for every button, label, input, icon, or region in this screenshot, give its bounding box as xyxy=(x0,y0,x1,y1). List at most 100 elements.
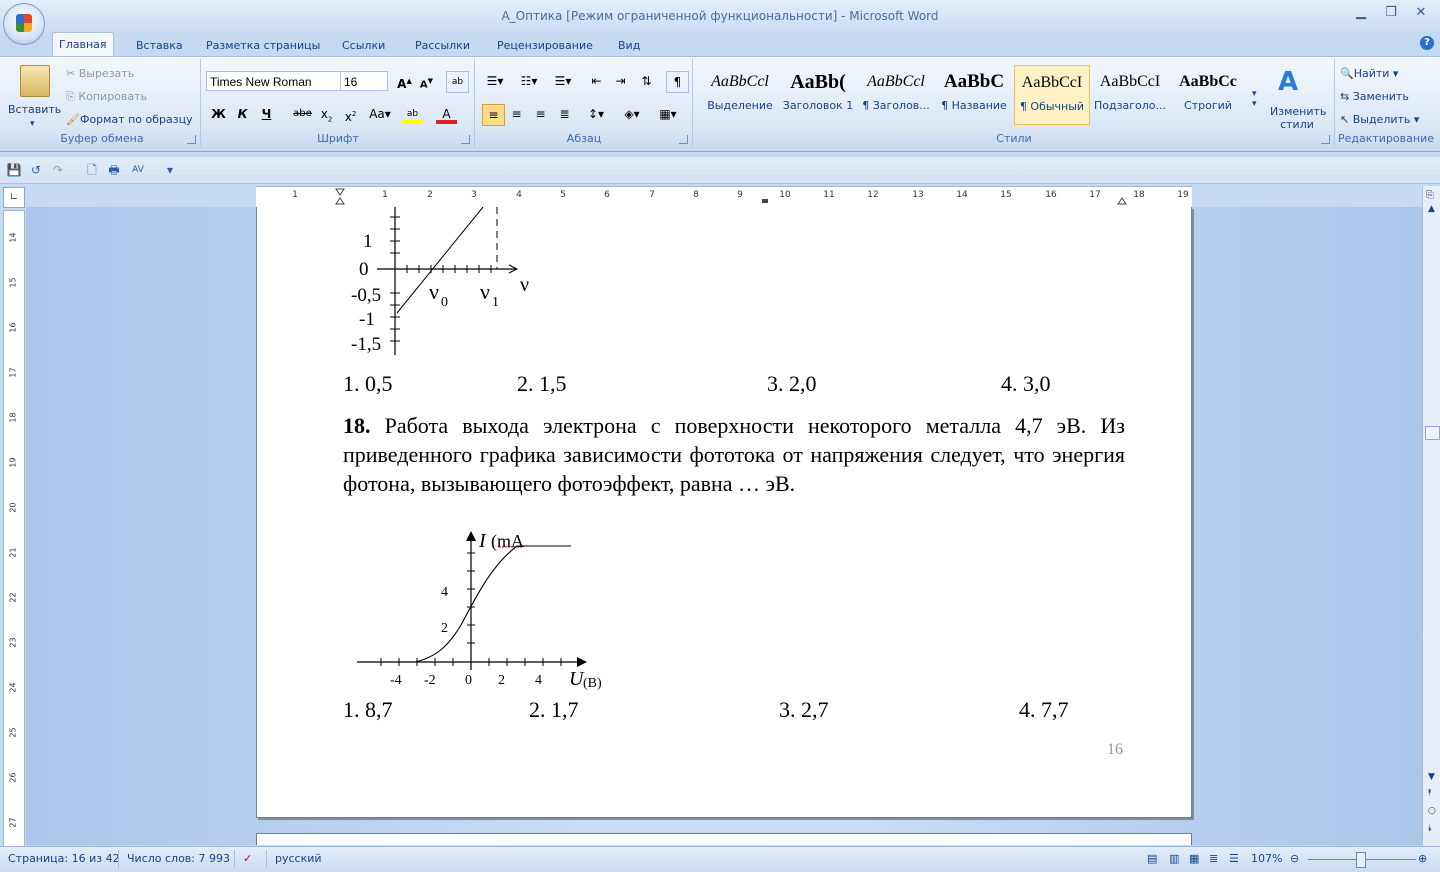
close-icon[interactable]: ✕ xyxy=(1406,2,1436,24)
subscript-icon[interactable]: x2 xyxy=(316,104,337,124)
view-outline-icon[interactable]: ≣ xyxy=(1209,852,1218,865)
prev-page-icon[interactable]: ⯭ xyxy=(1427,788,1432,798)
copy-button[interactable]: ⎘ Копировать xyxy=(66,90,147,104)
align-center-icon[interactable]: ≡ xyxy=(506,104,527,124)
document-page[interactable]: 1 0 -0,5 -1 -1,5 ν 0 ν 1 ν 1. 0,5 2. 1,5… xyxy=(256,207,1192,818)
scroll-thumb[interactable] xyxy=(1425,426,1440,440)
zoom-slider-thumb[interactable] xyxy=(1356,852,1366,868)
align-left-icon[interactable]: ≡ xyxy=(482,104,505,126)
view-print-layout-icon[interactable]: ▤ xyxy=(1147,852,1157,865)
style-emphasis[interactable]: AaBbCcl Выделение xyxy=(702,65,778,125)
style-sample: AaBb( xyxy=(790,71,846,93)
paste-button[interactable]: Вставить xyxy=(8,103,61,116)
numbering-icon[interactable]: ☷▾ xyxy=(516,71,542,91)
tab-mailings[interactable]: Рассылки xyxy=(409,36,476,56)
vertical-scrollbar[interactable]: ⎘ ▲ ▼ ⯭ ○ ⯯ xyxy=(1422,186,1440,846)
sort-icon[interactable]: ⇅ xyxy=(636,71,657,91)
clear-format-icon[interactable]: ab xyxy=(446,71,469,93)
font-name-select[interactable]: Times New Roman xyxy=(206,71,342,91)
style-strong[interactable]: AaBbCc Строгий xyxy=(1170,65,1246,125)
view-draft-icon[interactable]: ☰ xyxy=(1229,852,1239,865)
strikethrough-icon[interactable]: abe xyxy=(292,104,313,124)
borders-icon[interactable]: ▦▾ xyxy=(654,104,682,124)
font-color-icon[interactable]: A xyxy=(436,104,457,124)
style-heading[interactable]: AaBbCcl ¶ Заголов... xyxy=(858,65,934,125)
spelling-icon[interactable]: AV xyxy=(130,162,146,178)
format-painter-button[interactable]: 🖌Формат по образцу xyxy=(66,113,193,126)
style-subtitle[interactable]: AaBbCcI Подзаголо... xyxy=(1092,65,1168,125)
ruler-h-number: 16 xyxy=(1045,190,1057,200)
new-document-icon[interactable]: 🗋 xyxy=(84,162,100,178)
tab-home[interactable]: Главная xyxy=(52,32,114,57)
highlight-icon[interactable]: ab xyxy=(402,104,423,124)
proofing-icon[interactable]: ✓ xyxy=(243,852,252,865)
change-styles-button[interactable]: Изменить стили xyxy=(1270,105,1326,131)
grow-font-icon[interactable]: A▲ xyxy=(394,71,415,91)
styles-more-icon[interactable]: ▾ ▾ xyxy=(1252,89,1257,109)
status-page[interactable]: Страница: 16 из 42 xyxy=(8,852,120,865)
select-browse-icon[interactable]: ○ xyxy=(1428,806,1436,816)
binoculars-icon: 🔍 xyxy=(1340,67,1354,80)
tab-view[interactable]: Вид xyxy=(612,36,646,56)
increase-indent-icon[interactable]: ⇥ xyxy=(610,71,631,91)
ruler-toggle-icon[interactable]: ∟ xyxy=(3,187,25,208)
next-page-icon[interactable]: ⯯ xyxy=(1427,824,1432,834)
print-preview-icon[interactable]: 🖶 xyxy=(106,162,122,178)
style-heading1[interactable]: AaBb(Заголовок 1 xyxy=(780,65,856,125)
align-right-icon[interactable]: ≡ xyxy=(530,104,551,124)
vertical-ruler[interactable]: 14 15 16 17 18 19 20 21 22 23 24 25 26 2… xyxy=(3,210,25,848)
copy-label: Копировать xyxy=(78,90,148,103)
zoom-out-icon[interactable]: ⊖ xyxy=(1290,852,1299,865)
paragraph-launcher-icon[interactable] xyxy=(679,135,688,144)
status-word-count[interactable]: Число слов: 7 993 xyxy=(127,852,230,865)
find-button[interactable]: 🔍Найти ▾ xyxy=(1340,67,1398,80)
cut-button[interactable]: ✂ Вырезать xyxy=(66,67,134,80)
underline-icon[interactable]: Ч xyxy=(256,104,277,124)
shrink-font-icon[interactable]: A▼ xyxy=(416,71,437,91)
customize-qat-icon[interactable]: ▾ xyxy=(162,162,178,178)
decrease-indent-icon[interactable]: ⇤ xyxy=(586,71,607,91)
save-icon[interactable]: 💾 xyxy=(6,162,22,178)
font-launcher-icon[interactable] xyxy=(461,135,470,144)
help-icon[interactable]: ? xyxy=(1420,36,1434,50)
undo-icon[interactable]: ↺ xyxy=(28,162,44,178)
tab-references[interactable]: Ссылки xyxy=(336,36,391,56)
bullets-icon[interactable]: ☰▾ xyxy=(482,71,508,91)
style-normal[interactable]: AaBbCcI ¶ Обычный xyxy=(1014,65,1090,125)
replace-button[interactable]: ⇆ Заменить xyxy=(1340,90,1409,103)
line-spacing-icon[interactable]: ↕▾ xyxy=(582,104,610,124)
justify-icon[interactable]: ≣ xyxy=(554,104,575,124)
clipboard-launcher-icon[interactable] xyxy=(187,135,196,144)
select-button[interactable]: ↖ Выделить ▾ xyxy=(1340,113,1419,126)
ruler-view-icon[interactable]: ⎘ xyxy=(1426,190,1434,201)
paste-dropdown-icon[interactable]: ▾ xyxy=(30,119,35,129)
scroll-up-icon[interactable]: ▲ xyxy=(1428,204,1435,214)
superscript-icon[interactable]: x2 xyxy=(340,104,361,124)
tab-review[interactable]: Рецензирование xyxy=(491,36,599,56)
status-language[interactable]: русский xyxy=(275,852,322,865)
restore-icon[interactable]: ❐ xyxy=(1376,2,1406,24)
office-button[interactable] xyxy=(3,3,45,45)
styles-launcher-icon[interactable] xyxy=(1321,135,1330,144)
font-size-select[interactable]: 16 xyxy=(340,71,388,91)
ruler-h-number: 1 xyxy=(292,190,298,200)
zoom-level[interactable]: 107% xyxy=(1251,852,1282,865)
view-web-icon[interactable]: ▦ xyxy=(1189,852,1199,865)
graph2-x-tick: 4 xyxy=(535,673,542,688)
shading-icon[interactable]: ◈▾ xyxy=(618,104,646,124)
graph2-y-tick: 2 xyxy=(441,621,448,636)
redo-icon[interactable]: ↷ xyxy=(50,162,66,178)
scroll-down-icon[interactable]: ▼ xyxy=(1428,772,1435,782)
tab-page-layout[interactable]: Разметка страницы xyxy=(200,36,326,56)
zoom-in-icon[interactable]: ⊕ xyxy=(1418,852,1427,865)
minimize-icon[interactable]: ▁ xyxy=(1346,2,1376,24)
tab-insert[interactable]: Вставка xyxy=(130,36,189,56)
horizontal-ruler[interactable]: 1 1 2 3 4 5 6 7 8 9 10 11 12 13 14 15 16… xyxy=(256,186,1192,208)
italic-icon[interactable]: К xyxy=(232,104,253,124)
view-reading-icon[interactable]: ▥ xyxy=(1169,852,1179,865)
bold-icon[interactable]: Ж xyxy=(208,104,229,124)
style-title[interactable]: AaBbC ¶ Название xyxy=(936,65,1012,125)
multilevel-list-icon[interactable]: ☰▾ xyxy=(550,71,576,91)
show-marks-icon[interactable]: ¶ xyxy=(666,71,689,93)
change-case-icon[interactable]: Aa▾ xyxy=(366,104,394,124)
